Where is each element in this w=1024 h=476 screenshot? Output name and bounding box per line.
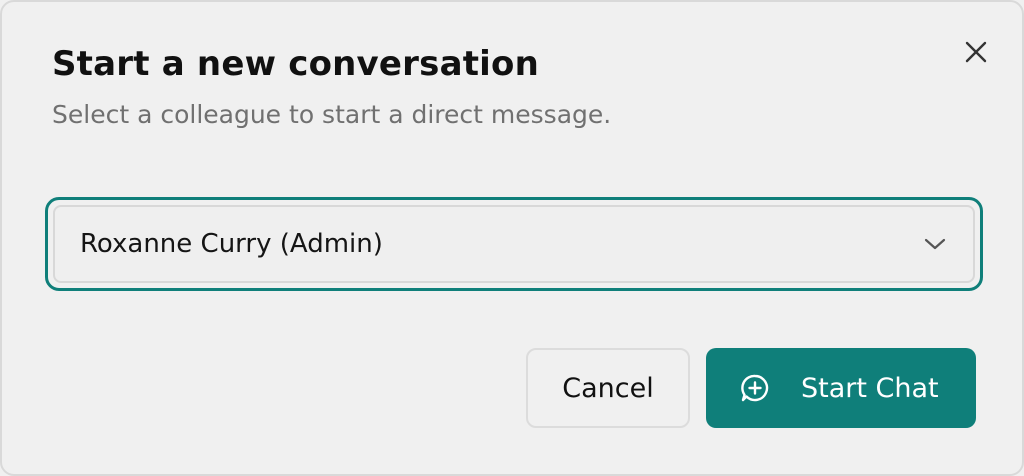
cancel-button[interactable]: Cancel <box>526 348 690 428</box>
dialog-subtitle: Select a colleague to start a direct mes… <box>52 100 612 129</box>
close-button[interactable] <box>956 32 996 72</box>
cancel-button-label: Cancel <box>562 372 654 404</box>
start-chat-button[interactable]: Start Chat <box>706 348 976 428</box>
dialog-title: Start a new conversation <box>52 44 539 84</box>
close-icon <box>965 41 987 63</box>
colleague-select-focus-ring: Roxanne Curry (Admin) <box>45 197 983 291</box>
chevron-down-icon <box>923 232 947 256</box>
chat-plus-icon <box>739 372 771 404</box>
colleague-select[interactable]: Roxanne Curry (Admin) <box>53 205 975 283</box>
colleague-select-value: Roxanne Curry (Admin) <box>80 229 383 259</box>
new-conversation-dialog: Start a new conversation Select a collea… <box>0 0 1024 476</box>
start-chat-button-label: Start Chat <box>801 372 939 404</box>
